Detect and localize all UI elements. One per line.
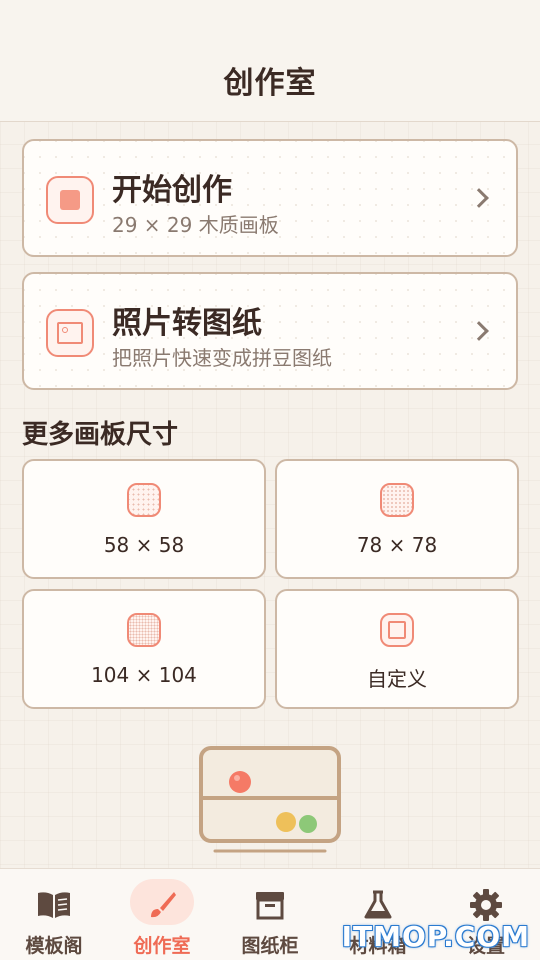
photo-to-pattern-title: 照片转图纸 bbox=[112, 306, 262, 341]
flask-icon bbox=[358, 885, 398, 925]
brush-icon bbox=[142, 885, 182, 925]
size-label: 78 × 78 bbox=[356, 533, 438, 557]
start-creating-subtitle: 29 × 29 木质画板 bbox=[112, 213, 279, 237]
watermark: ITMOP.COM bbox=[341, 920, 530, 953]
grid-icon bbox=[380, 483, 414, 517]
nav-item-patterns[interactable]: 图纸柜 bbox=[216, 869, 324, 960]
photo-to-pattern-card[interactable]: 照片转图纸 把照片快速变成拼豆图纸 bbox=[22, 272, 518, 390]
photo-to-pattern-subtitle: 把照片快速变成拼豆图纸 bbox=[112, 346, 332, 370]
size-label: 58 × 58 bbox=[103, 533, 185, 557]
nav-item-studio[interactable]: 创作室 bbox=[108, 869, 216, 960]
nav-label: 模板阁 bbox=[25, 935, 83, 957]
chevron-right-icon bbox=[469, 321, 489, 341]
size-card-58[interactable]: 58 × 58 bbox=[22, 459, 266, 579]
canvas-icon bbox=[46, 176, 94, 224]
app-header: 创作室 bbox=[0, 0, 540, 122]
nav-item-templates[interactable]: 模板阁 bbox=[0, 869, 108, 960]
bead-box-illustration bbox=[199, 746, 341, 853]
grid-icon bbox=[127, 483, 161, 517]
size-card-104[interactable]: 104 × 104 bbox=[22, 589, 266, 709]
more-sizes-title: 更多画板尺寸 bbox=[22, 420, 179, 450]
book-icon bbox=[34, 885, 74, 925]
grid-icon bbox=[127, 613, 161, 647]
nav-label: 图纸柜 bbox=[241, 935, 299, 957]
square-icon bbox=[380, 613, 414, 647]
page-title: 创作室 bbox=[223, 66, 317, 101]
size-label: 自定义 bbox=[367, 667, 427, 691]
start-creating-title: 开始创作 bbox=[112, 173, 232, 208]
size-card-78[interactable]: 78 × 78 bbox=[275, 459, 519, 579]
chevron-right-icon bbox=[469, 188, 489, 208]
photo-icon bbox=[46, 309, 94, 357]
nav-label: 创作室 bbox=[133, 935, 191, 957]
size-card-custom[interactable]: 自定义 bbox=[275, 589, 519, 709]
start-creating-card[interactable]: 开始创作 29 × 29 木质画板 bbox=[22, 139, 518, 257]
size-label: 104 × 104 bbox=[91, 663, 197, 687]
gear-icon bbox=[466, 885, 506, 925]
archive-icon bbox=[250, 885, 290, 925]
